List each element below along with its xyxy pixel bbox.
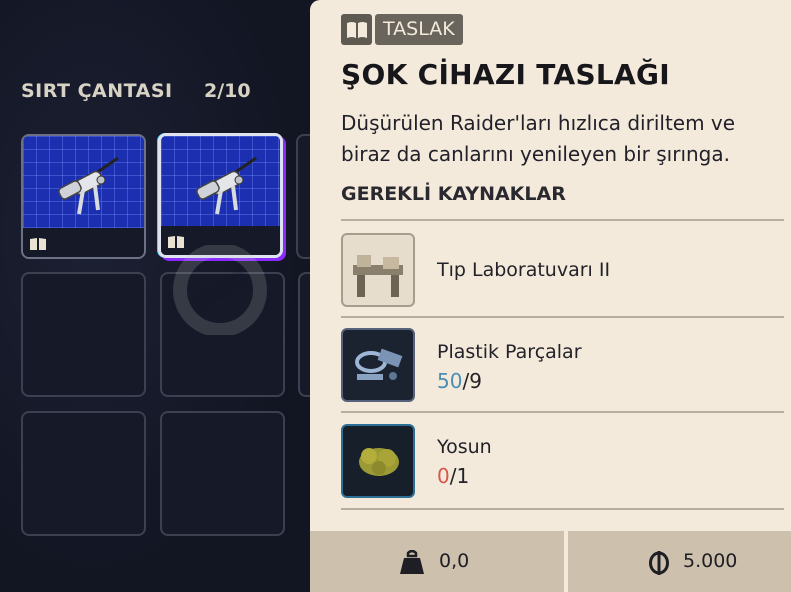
resource-have: 50 <box>437 369 463 393</box>
item-art <box>161 136 280 230</box>
resource-amount: 50/9 <box>437 369 482 393</box>
plastic-parts-icon <box>341 328 415 402</box>
moss-icon <box>341 424 415 498</box>
weight-box: 0,0 <box>310 531 564 592</box>
divider <box>341 316 784 318</box>
item-title: ŞOK CİHAZI TASLAĞI <box>341 58 671 91</box>
price-box: 5.000 <box>568 531 791 592</box>
price-value: 5.000 <box>683 550 738 572</box>
resource-name: Yosun <box>437 436 492 458</box>
requirements-heading: GEREKLİ KAYNAKLAR <box>341 183 566 205</box>
category-tag-label: TASLAK <box>375 14 463 45</box>
inventory-slot[interactable] <box>21 272 146 397</box>
book-icon <box>30 238 46 250</box>
item-detail-panel: TASLAK ŞOK CİHAZI TASLAĞI Düşürülen Raid… <box>310 0 791 592</box>
book-icon <box>341 14 372 45</box>
resource-amount: 0/1 <box>437 464 469 488</box>
inventory-panel: SIRT ÇANTASI 2/10 <box>0 0 318 592</box>
inventory-slot[interactable] <box>21 134 146 259</box>
resource-need: /1 <box>449 464 470 488</box>
inventory-slot-selected[interactable] <box>158 133 283 258</box>
shock-device-icon <box>58 156 119 215</box>
inventory-slot[interactable] <box>160 411 285 536</box>
category-tag: TASLAK <box>341 14 463 45</box>
divider <box>341 411 784 413</box>
resource-have: 0 <box>437 464 450 488</box>
inventory-slot[interactable] <box>21 411 146 536</box>
divider <box>341 219 784 221</box>
weight-icon <box>400 550 424 574</box>
resource-name: Plastik Parçalar <box>437 341 582 363</box>
weight-value: 0,0 <box>439 550 470 572</box>
inventory-count: 2/10 <box>204 80 251 102</box>
inventory-title: SIRT ÇANTASI <box>21 80 173 102</box>
item-description: Düşürülen Raider'ları hızlıca diriltem v… <box>341 111 736 166</box>
resource-need: /9 <box>462 369 482 393</box>
watermark-logo-icon <box>173 245 267 335</box>
medical-lab-icon <box>341 233 415 307</box>
shock-device-icon <box>196 156 257 215</box>
resource-name: Tıp Laboratuvarı II <box>437 259 611 281</box>
item-art <box>23 136 144 230</box>
divider <box>341 508 784 510</box>
coin-icon <box>649 551 669 575</box>
